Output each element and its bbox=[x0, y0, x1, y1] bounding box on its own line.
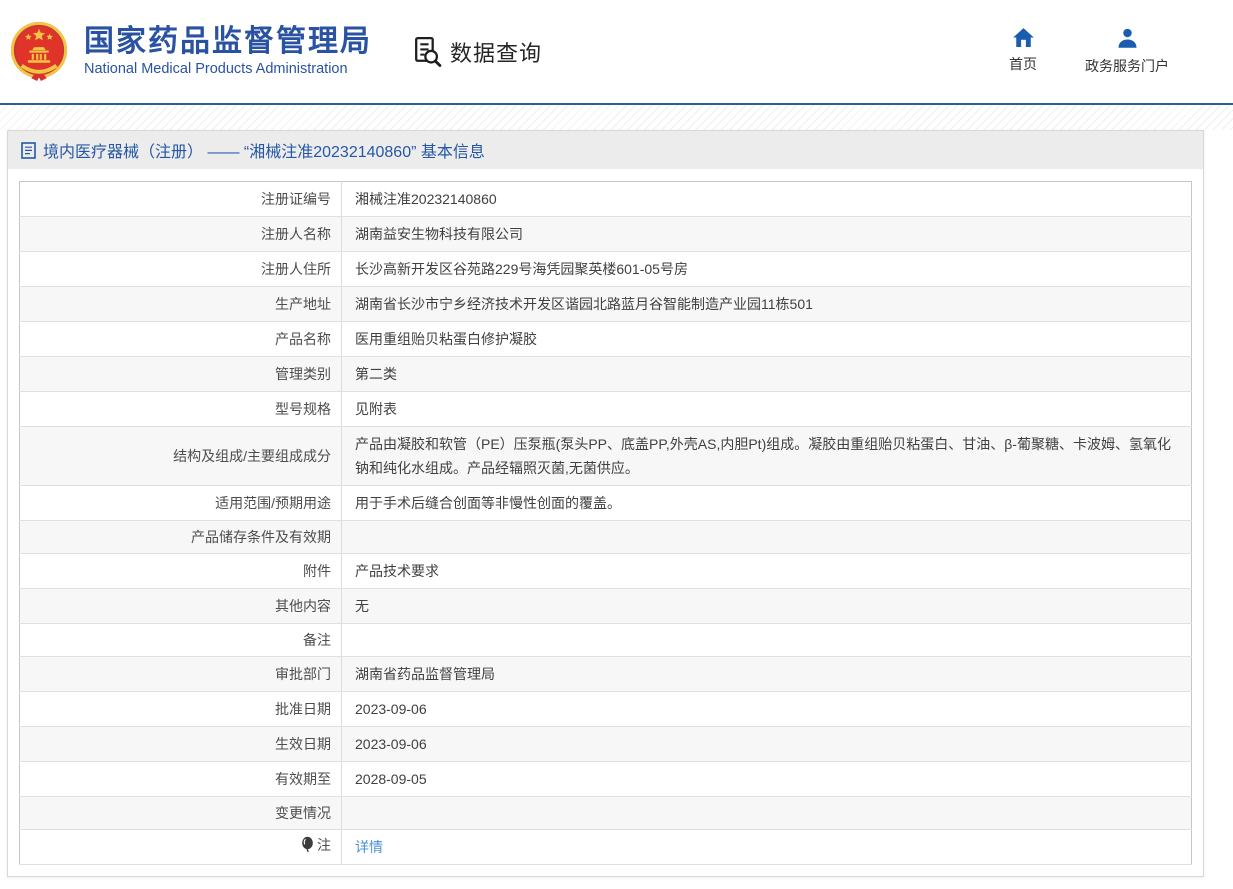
nav-item-home[interactable]: 首页 bbox=[1009, 27, 1037, 76]
field-value: 用于手术后缝合创面等非慢性创面的覆盖。 bbox=[341, 485, 1192, 521]
field-label: 产品名称 bbox=[19, 321, 342, 357]
field-value: 2023-09-06 bbox=[341, 726, 1192, 762]
field-value: 产品由凝胶和软管（PE）压泵瓶(泵头PP、底盖PP,外壳AS,内胆Pt)组成。凝… bbox=[341, 426, 1192, 486]
table-row: 型号规格 见附表 bbox=[19, 391, 1192, 427]
nmpa-logo[interactable]: 国家药品监督管理局 National Medical Products Admi… bbox=[10, 20, 372, 84]
user-icon bbox=[1117, 28, 1137, 48]
field-value: 2028-09-05 bbox=[341, 761, 1192, 797]
field-label: 有效期至 bbox=[19, 761, 342, 797]
field-value: 湖南省药品监督管理局 bbox=[341, 656, 1192, 692]
field-label: 注册人住所 bbox=[19, 251, 342, 287]
nav-gov-portal-label: 政务服务门户 bbox=[1085, 58, 1169, 74]
field-label: 生产地址 bbox=[19, 286, 342, 322]
field-value: 详情 bbox=[341, 829, 1192, 865]
table-row: 生效日期 2023-09-06 bbox=[19, 726, 1192, 762]
table-row: 管理类别 第二类 bbox=[19, 356, 1192, 392]
field-value bbox=[341, 796, 1192, 830]
field-label: 生效日期 bbox=[19, 726, 342, 762]
site-title: 国家药品监督管理局 bbox=[84, 25, 372, 58]
table-row: 适用范围/预期用途 用于手术后缝合创面等非慢性创面的覆盖。 bbox=[19, 485, 1192, 521]
field-value: 长沙高新开发区谷苑路229号海凭园聚英楼601-05号房 bbox=[341, 251, 1192, 287]
field-label: 注册人名称 bbox=[19, 216, 342, 252]
field-label: 型号规格 bbox=[19, 391, 342, 427]
table-row: 注册人住所 长沙高新开发区谷苑路229号海凭园聚英楼601-05号房 bbox=[19, 251, 1192, 287]
field-value: 湖南省长沙市宁乡经济技术开发区谐园北路蓝月谷智能制造产业园11栋501 bbox=[341, 286, 1192, 322]
field-label: 备注 bbox=[19, 623, 342, 657]
field-label: 适用范围/预期用途 bbox=[19, 485, 342, 521]
field-value: 湘械注准20232140860 bbox=[341, 181, 1192, 217]
field-label: 批准日期 bbox=[19, 691, 342, 727]
brand-text: 国家药品监督管理局 National Medical Products Admi… bbox=[84, 25, 372, 78]
table-row: 注册证编号 湘械注准20232140860 bbox=[19, 181, 1192, 217]
field-label: 附件 bbox=[19, 553, 342, 589]
data-query-label: 数据查询 bbox=[450, 40, 543, 66]
field-label: 管理类别 bbox=[19, 356, 342, 392]
field-value: 湖南益安生物科技有限公司 bbox=[341, 216, 1192, 252]
table-row: 其他内容 无 bbox=[19, 588, 1192, 624]
table-row: 生产地址 湖南省长沙市宁乡经济技术开发区谐园北路蓝月谷智能制造产业园11栋501 bbox=[19, 286, 1192, 322]
registration-info-table: 注册证编号 湘械注准20232140860 注册人名称 湖南益安生物科技有限公司… bbox=[19, 181, 1192, 865]
table-row: 变更情况 bbox=[19, 796, 1192, 830]
page-title: 境内医疗器械（注册） —— “湘械注准20232140860” 基本信息 bbox=[43, 144, 485, 161]
table-row: 产品储存条件及有效期 bbox=[19, 520, 1192, 554]
header-nav: 首页 政务服务门户 bbox=[1009, 27, 1169, 76]
field-value: 医用重组贻贝粘蛋白修护凝胶 bbox=[341, 321, 1192, 357]
nav-home-label: 首页 bbox=[1009, 56, 1037, 72]
field-value: 产品技术要求 bbox=[341, 553, 1192, 589]
field-label-text: 注 bbox=[317, 837, 331, 853]
field-label: 结构及组成/主要组成成分 bbox=[19, 426, 342, 486]
table-row: 注册人名称 湖南益安生物科技有限公司 bbox=[19, 216, 1192, 252]
table-row: 审批部门 湖南省药品监督管理局 bbox=[19, 656, 1192, 692]
document-search-icon bbox=[415, 36, 442, 67]
note-balloon-icon bbox=[301, 836, 314, 859]
nav-item-gov-portal[interactable]: 政务服务门户 bbox=[1085, 27, 1169, 76]
field-value: 第二类 bbox=[341, 356, 1192, 392]
field-label: 注册证编号 bbox=[19, 181, 342, 217]
table-row: 产品名称 医用重组贻贝粘蛋白修护凝胶 bbox=[19, 321, 1192, 357]
table-row: 结构及组成/主要组成成分 产品由凝胶和软管（PE）压泵瓶(泵头PP、底盖PP,外… bbox=[19, 426, 1192, 486]
field-label: 其他内容 bbox=[19, 588, 342, 624]
field-value: 无 bbox=[341, 588, 1192, 624]
table-row: 批准日期 2023-09-06 bbox=[19, 691, 1192, 727]
field-value: 见附表 bbox=[341, 391, 1192, 427]
page-title-bar: 境内医疗器械（注册） —— “湘械注准20232140860” 基本信息 bbox=[8, 131, 1203, 169]
field-label: 审批部门 bbox=[19, 656, 342, 692]
national-emblem-icon bbox=[10, 21, 68, 81]
site-subtitle: National Medical Products Administration bbox=[84, 61, 348, 77]
table-row: 有效期至 2028-09-05 bbox=[19, 761, 1192, 797]
field-value bbox=[341, 520, 1192, 554]
field-label: 产品储存条件及有效期 bbox=[19, 520, 342, 554]
document-icon bbox=[21, 141, 36, 159]
table-row: 注 详情 bbox=[19, 829, 1192, 865]
field-label: 注 bbox=[19, 829, 342, 865]
table-row: 备注 bbox=[19, 623, 1192, 657]
data-query-section[interactable]: 数据查询 bbox=[410, 35, 542, 68]
table-row: 附件 产品技术要求 bbox=[19, 553, 1192, 589]
field-label: 变更情况 bbox=[19, 796, 342, 830]
field-value: 2023-09-06 bbox=[341, 691, 1192, 727]
content-card: 境内医疗器械（注册） —— “湘械注准20232140860” 基本信息 注册证… bbox=[7, 130, 1204, 877]
site-header: 国家药品监督管理局 National Medical Products Admi… bbox=[0, 0, 1233, 103]
field-value bbox=[341, 623, 1192, 657]
detail-link[interactable]: 详情 bbox=[355, 839, 383, 855]
home-icon bbox=[1012, 28, 1034, 48]
hatch-pattern-band bbox=[0, 105, 1233, 130]
